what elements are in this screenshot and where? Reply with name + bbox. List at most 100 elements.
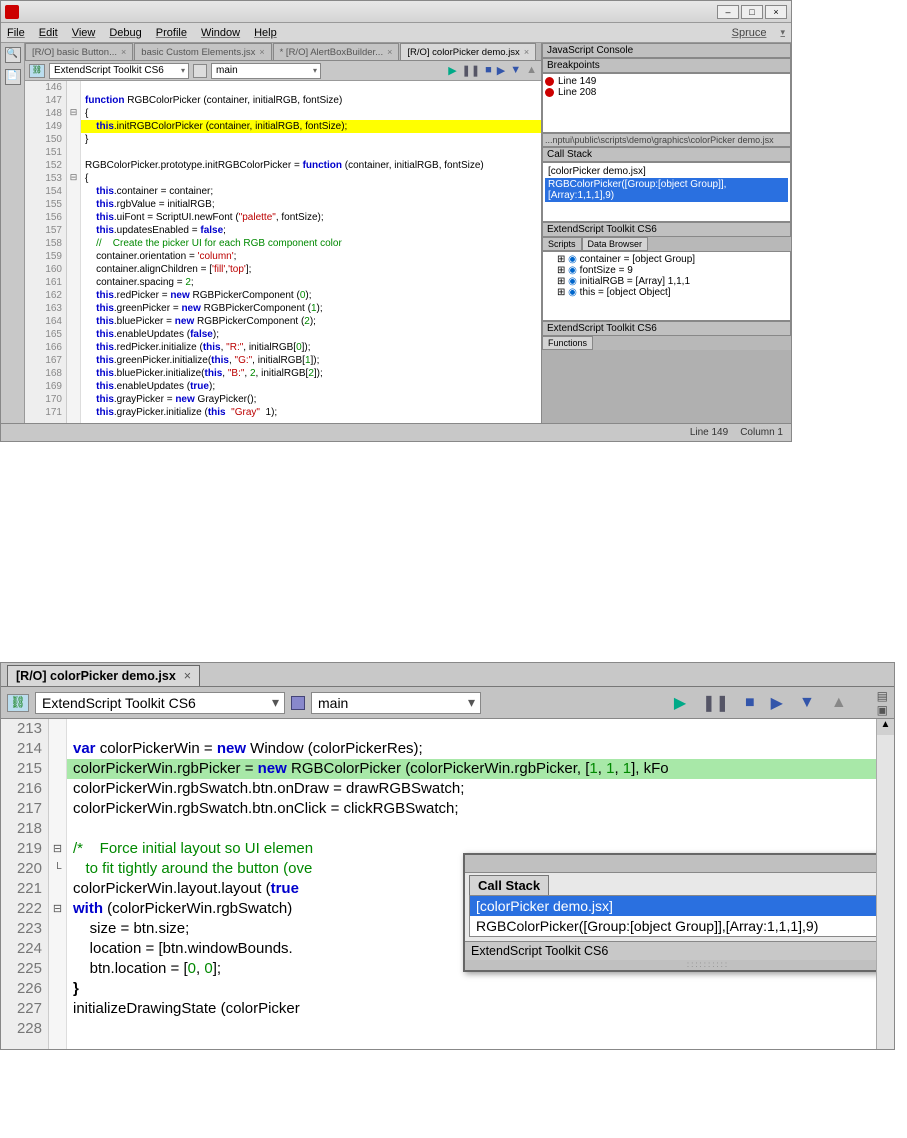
menu-debug[interactable]: Debug xyxy=(109,27,141,39)
vertical-scrollbar[interactable]: ▲ xyxy=(876,719,894,1049)
debug-stop-icon[interactable]: ■ xyxy=(485,64,492,77)
scripts-tab[interactable]: Scripts xyxy=(542,237,582,251)
functions-tab[interactable]: Functions xyxy=(542,336,593,350)
variable-item[interactable]: ⊞ ◉ container = [object Group] xyxy=(545,254,788,265)
callstack-item[interactable]: RGBColorPicker([Group:[object Group]],[A… xyxy=(545,178,788,202)
breakpoints-panel-title[interactable]: Breakpoints xyxy=(542,58,791,73)
code-line[interactable]: this.uiFont = ScriptUI.newFont ("palette… xyxy=(81,211,541,224)
variable-item[interactable]: ⊞ ◉ this = [object Object] xyxy=(545,287,788,298)
debug-pause-icon[interactable]: ❚❚ xyxy=(462,64,480,77)
callstack-popup[interactable]: ◄◄ × Call Stack [colorPicker demo.jsx]RG… xyxy=(463,853,894,972)
code-line[interactable]: this.redPicker.initialize (this, "R:", i… xyxy=(81,341,541,354)
menu-profile[interactable]: Profile xyxy=(156,27,187,39)
variable-item[interactable]: ⊞ ◉ initialRGB = [Array] 1,1,1 xyxy=(545,276,788,287)
code-line[interactable]: container.orientation = 'column'; xyxy=(81,250,541,263)
callstack-tab[interactable]: Call Stack xyxy=(469,875,549,895)
debug-stepover-icon[interactable]: ▶ xyxy=(497,64,505,77)
scroll-up-icon[interactable]: ▲ xyxy=(877,719,894,735)
document-tab[interactable]: [R/O] basic Button...× xyxy=(25,43,133,60)
code-line[interactable] xyxy=(81,146,541,159)
callstack-item[interactable]: RGBColorPicker([Group:[object Group]],[A… xyxy=(470,916,894,936)
code-line[interactable]: this.greenPicker = new RGBPickerComponen… xyxy=(81,302,541,315)
close-tab-icon[interactable]: × xyxy=(524,47,529,57)
code-line[interactable]: this.updatesEnabled = false; xyxy=(81,224,541,237)
close-tab-icon[interactable]: × xyxy=(184,669,191,683)
debug-stop-icon[interactable]: ■ xyxy=(745,694,755,712)
callstack-panel-title[interactable]: Call Stack xyxy=(542,147,791,162)
link-icon[interactable]: ⛓ xyxy=(29,64,45,78)
debug-pause-icon[interactable]: ❚❚ xyxy=(702,693,729,713)
target-app-dropdown[interactable]: ExtendScript Toolkit CS6 xyxy=(35,692,285,714)
code-line[interactable]: function RGBColorPicker (container, init… xyxy=(81,94,541,107)
debug-stepout-icon[interactable]: ▲ xyxy=(831,694,847,712)
code-line[interactable]: this.grayPicker = new GrayPicker(); xyxy=(81,393,541,406)
callstack-item[interactable]: [colorPicker demo.jsx] xyxy=(545,165,788,178)
code-line[interactable]: // Create the picker UI for each RGB com… xyxy=(81,237,541,250)
panel-menu-icon[interactable]: ▤▣ xyxy=(877,689,888,717)
document-tab[interactable]: * [R/O] AlertBoxBuilder...× xyxy=(273,43,400,60)
callstack-list[interactable]: [colorPicker demo.jsx]RGBColorPicker([Gr… xyxy=(469,895,894,937)
code-line[interactable]: { xyxy=(81,172,541,185)
menubar[interactable]: File Edit View Debug Profile Window Help… xyxy=(1,23,791,43)
titlebar[interactable]: – □ × xyxy=(1,1,791,23)
fold-gutter[interactable]: ⊟⊟ xyxy=(67,81,81,423)
code-line[interactable]: this.rgbValue = initialRGB; xyxy=(81,198,541,211)
menu-help[interactable]: Help xyxy=(254,27,277,39)
find-tool-icon[interactable]: 🔍 xyxy=(5,47,21,63)
code-line[interactable]: container.spacing = 2; xyxy=(81,276,541,289)
menu-window[interactable]: Window xyxy=(201,27,240,39)
code-line[interactable]: this.bluePicker.initialize(this, "B:", 2… xyxy=(81,367,541,380)
variable-item[interactable]: ⊞ ◉ fontSize = 9 xyxy=(545,265,788,276)
code-line[interactable]: var colorPickerWin = new Window (colorPi… xyxy=(67,739,876,759)
maximize-button[interactable]: □ xyxy=(741,5,763,19)
resize-grip-icon[interactable]: :::::::::: xyxy=(465,960,894,970)
data-browser-panel[interactable]: ⊞ ◉ container = [object Group]⊞ ◉ fontSi… xyxy=(542,251,791,321)
target-app-dropdown[interactable]: ExtendScript Toolkit CS6 xyxy=(49,63,189,79)
code-line[interactable]: this.enableUpdates (true); xyxy=(81,380,541,393)
target-status-icon[interactable] xyxy=(291,696,305,710)
code-line[interactable]: this.bluePicker = new RGBPickerComponent… xyxy=(81,315,541,328)
debug-stepout-icon[interactable]: ▲ xyxy=(526,64,537,77)
workspace-label[interactable]: Spruce xyxy=(732,27,767,39)
callstack-item[interactable]: [colorPicker demo.jsx] xyxy=(470,896,894,916)
callstack-panel[interactable]: [colorPicker demo.jsx]RGBColorPicker([Gr… xyxy=(542,162,791,222)
document-tab[interactable]: [R/O] colorPicker demo.jsx× xyxy=(400,43,536,60)
target-engine-dropdown[interactable]: main xyxy=(311,692,481,714)
data-browser-tab[interactable]: Data Browser xyxy=(582,237,649,251)
code-line[interactable]: { xyxy=(81,107,541,120)
code-body[interactable]: function RGBColorPicker (container, init… xyxy=(81,81,541,423)
menu-file[interactable]: File xyxy=(7,27,25,39)
code-line[interactable]: RGBColorPicker.prototype.initRGBColorPic… xyxy=(81,159,541,172)
breakpoint-item[interactable]: Line 149 xyxy=(545,76,788,87)
code-line[interactable] xyxy=(67,819,876,839)
data-browser-tabs[interactable]: Scripts Data Browser xyxy=(542,237,791,251)
code-line[interactable]: colorPickerWin.rgbSwatch.btn.onClick = c… xyxy=(67,799,876,819)
target-engine-dropdown[interactable]: main xyxy=(211,63,321,79)
close-tab-icon[interactable]: × xyxy=(121,47,126,57)
code-line[interactable]: colorPickerWin.rgbSwatch.btn.onDraw = dr… xyxy=(67,779,876,799)
code-line[interactable]: this.enableUpdates (false); xyxy=(81,328,541,341)
code-line[interactable]: this.grayPicker.initialize (this "Gray" … xyxy=(81,406,541,419)
close-tab-icon[interactable]: × xyxy=(259,47,264,57)
code-editor[interactable]: 2132142152162172182192202212222232242252… xyxy=(1,719,894,1049)
js-console-panel-title[interactable]: JavaScript Console xyxy=(542,43,791,58)
code-editor[interactable]: 1461471481491501511521531541551561571581… xyxy=(25,81,541,423)
code-line[interactable] xyxy=(81,81,541,94)
close-tab-icon[interactable]: × xyxy=(387,47,392,57)
code-body[interactable]: var colorPickerWin = new Window (colorPi… xyxy=(67,719,876,1049)
menu-view[interactable]: View xyxy=(72,27,96,39)
link-icon[interactable]: ⛓ xyxy=(7,694,29,712)
code-line[interactable] xyxy=(67,719,876,739)
code-line[interactable]: this.container = container; xyxy=(81,185,541,198)
document-tab[interactable]: basic Custom Elements.jsx× xyxy=(134,43,271,60)
code-line[interactable]: colorPickerWin.rgbPicker = new RGBColorP… xyxy=(67,759,876,779)
debug-run-icon[interactable]: ▶ xyxy=(674,693,686,713)
code-line[interactable]: initializeDrawingState (colorPicker xyxy=(67,999,876,1019)
code-line[interactable]: this.greenPicker.initialize(this, "G:", … xyxy=(81,354,541,367)
debug-stepin-icon[interactable]: ▼ xyxy=(510,64,521,77)
debug-stepover-icon[interactable]: ▶ xyxy=(771,693,783,713)
chevron-down-icon[interactable]: ▾ xyxy=(780,27,785,38)
minimize-button[interactable]: – xyxy=(717,5,739,19)
breakpoint-item[interactable]: Line 208 xyxy=(545,87,788,98)
debug-stepin-icon[interactable]: ▼ xyxy=(799,694,815,712)
